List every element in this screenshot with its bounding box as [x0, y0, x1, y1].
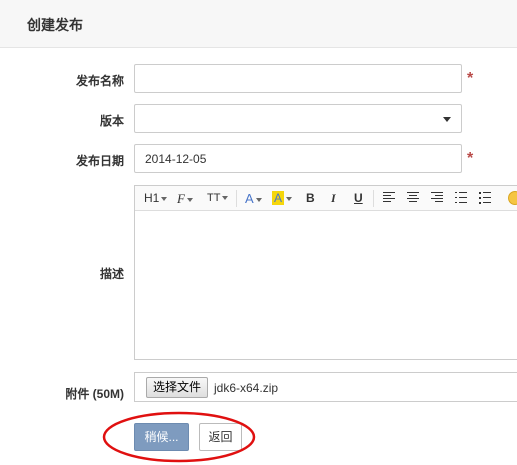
underline-icon: U: [354, 191, 363, 205]
attachment-label: 附件 (50M): [65, 387, 124, 401]
required-mark: *: [467, 70, 474, 87]
chevron-down-icon: [222, 196, 229, 201]
version-select[interactable]: [134, 104, 462, 133]
text-color-icon: A: [245, 191, 254, 206]
ordered-list-icon[interactable]: [455, 192, 467, 204]
font-size-icon: TT: [207, 192, 221, 204]
text-color-button[interactable]: A: [245, 190, 262, 207]
required-mark-date: *: [467, 150, 474, 167]
annotation-ellipse: [102, 411, 256, 463]
page-title: 创建发布: [27, 17, 83, 33]
selected-file-name: jdk6-x64.zip: [214, 381, 279, 395]
chevron-down-icon: [161, 196, 168, 201]
description-label: 描述: [99, 267, 124, 281]
font-size-button[interactable]: TT: [207, 190, 229, 207]
chevron-down-icon: [255, 197, 262, 202]
highlight-button[interactable]: A: [272, 190, 293, 207]
choose-file-button[interactable]: 选择文件: [146, 377, 209, 398]
bullet-list-icon[interactable]: [479, 192, 491, 204]
toolbar-divider: [236, 190, 237, 207]
heading-button[interactable]: H1: [144, 190, 168, 207]
underline-button[interactable]: U: [354, 190, 363, 207]
bold-button[interactable]: B: [306, 190, 315, 207]
align-left-icon[interactable]: [383, 192, 395, 204]
font-family-button[interactable]: F: [177, 190, 193, 207]
emoji-icon[interactable]: [508, 191, 517, 205]
date-label: 发布日期: [75, 154, 124, 168]
release-date-value: 2014-12-05: [145, 152, 207, 166]
name-label: 发布名称: [75, 74, 124, 88]
release-name-input[interactable]: [134, 64, 462, 93]
italic-button[interactable]: I: [331, 190, 336, 207]
release-date-input[interactable]: 2014-12-05: [134, 144, 462, 173]
version-label: 版本: [99, 114, 124, 128]
attachment-field: 选择文件 jdk6-x64.zip: [134, 372, 517, 402]
italic-icon: I: [331, 191, 336, 205]
chevron-down-icon: [186, 198, 193, 203]
editor-toolbar: H1 F TT A A B I U: [135, 186, 517, 211]
chevron-down-icon: [286, 196, 293, 201]
align-right-icon[interactable]: [431, 192, 443, 204]
description-editor[interactable]: H1 F TT A A B I U: [134, 185, 517, 360]
highlight-icon: A: [272, 191, 285, 205]
font-family-icon: F: [177, 191, 185, 206]
heading-label: H1: [144, 191, 160, 205]
chevron-down-icon: [443, 117, 451, 122]
align-center-icon[interactable]: [407, 192, 419, 204]
toolbar-divider: [373, 190, 374, 207]
page-header: 创建发布: [0, 0, 517, 48]
bold-icon: B: [306, 191, 315, 205]
